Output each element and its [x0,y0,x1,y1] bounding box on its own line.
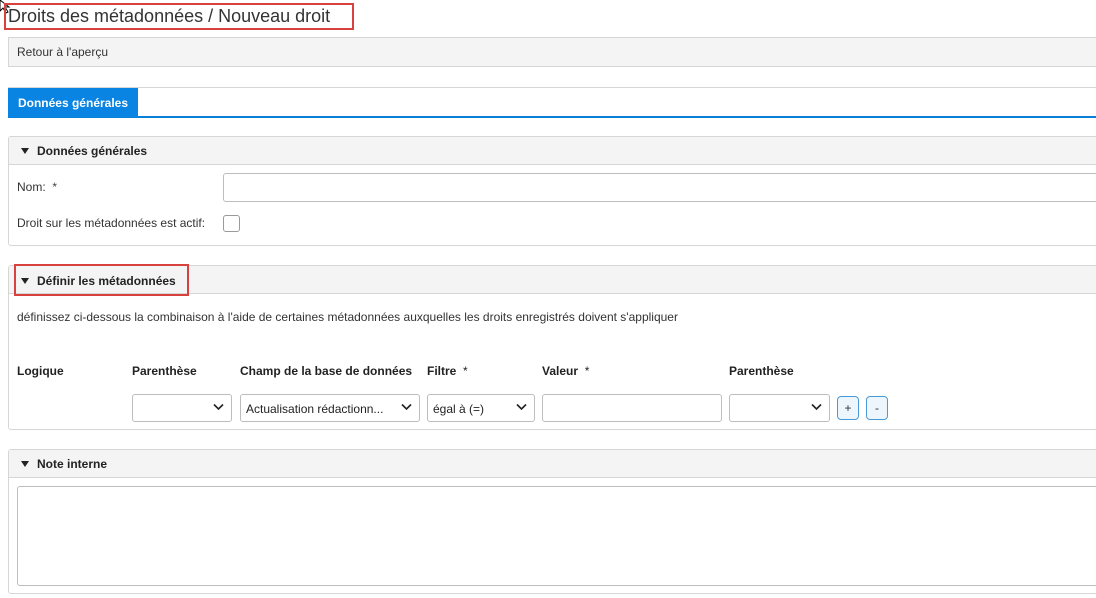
chevron-down-icon [401,403,412,411]
back-to-overview-link[interactable]: Retour à l'aperçu [17,45,108,59]
col-paren-open-header: Parenthèse [132,364,197,378]
tab-strip [8,87,1096,118]
general-data-panel: Données générales Nom: * Droit sur les m… [8,136,1096,246]
collapse-caret-icon [21,461,29,467]
back-bar [8,37,1096,67]
col-logic-header: Logique [17,364,64,378]
name-label: Nom: * [17,180,58,194]
active-label: Droit sur les métadonnées est actif: [17,216,206,230]
db-field-select[interactable]: Actualisation rédactionn... [240,394,420,422]
internal-note-textarea[interactable] [17,486,1096,586]
paren-open-select[interactable] [132,394,232,422]
col-db-field-header: Champ de la base de données [240,364,413,378]
tab-general-data[interactable]: Données générales [8,88,138,117]
db-field-value: Actualisation rédactionn... [246,402,384,416]
collapse-caret-icon [21,148,29,154]
chevron-down-icon [516,403,527,411]
col-value-header: Valeur * [542,364,590,378]
filter-select[interactable]: égal à (=) [427,394,535,422]
remove-row-button[interactable]: - [866,396,888,420]
metadata-title-highlight-box [14,264,189,296]
metadata-description: définissez ci-dessous la combinaison à l… [17,310,678,324]
add-row-button[interactable]: + [837,396,859,420]
col-paren-close-header: Parenthèse [729,364,794,378]
active-checkbox[interactable] [223,215,240,232]
required-marker: * [463,364,468,378]
name-input[interactable] [223,173,1096,202]
filter-value: égal à (=) [433,402,485,416]
required-marker: * [52,180,58,194]
internal-note-panel-title: Note interne [37,457,108,471]
paren-close-select[interactable] [729,394,830,422]
value-input[interactable] [542,394,722,422]
general-data-panel-header[interactable]: Données générales [9,137,1096,165]
required-marker: * [584,364,590,378]
page-title: Droits des métadonnées / Nouveau droit [8,6,331,26]
col-filter-header: Filtre * [427,364,468,378]
internal-note-panel: Note interne [8,449,1096,594]
chevron-down-icon [213,403,224,411]
general-data-panel-title: Données générales [37,144,148,158]
chevron-down-icon [811,403,822,411]
internal-note-panel-header[interactable]: Note interne [9,450,1096,478]
